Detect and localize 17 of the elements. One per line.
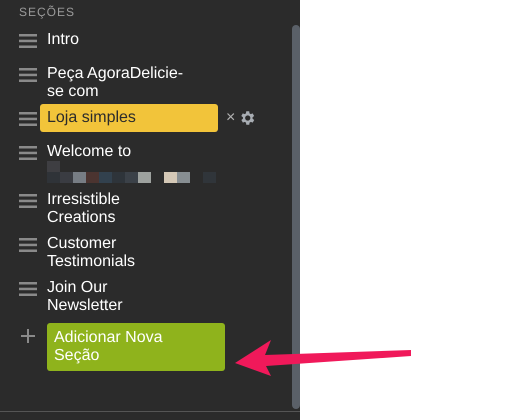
drag-handle-icon[interactable] (19, 238, 37, 252)
section-item[interactable]: Customer Testimonials (47, 235, 187, 271)
drag-handle-icon[interactable] (19, 112, 37, 126)
section-item[interactable]: Irresistible Creations (47, 191, 187, 227)
section-item[interactable]: Welcome to (47, 143, 187, 161)
drag-handle-icon[interactable] (19, 68, 37, 82)
section-item[interactable]: Loja simples (40, 104, 218, 132)
panel-heading: SEÇÕES (19, 4, 76, 19)
section-item[interactable]: Peça AgoraDelicie-se com (47, 65, 187, 101)
drag-handle-icon[interactable] (19, 282, 37, 296)
section-item[interactable]: Join Our Newsletter (47, 279, 187, 315)
plus-icon (21, 329, 35, 343)
delete-button[interactable]: × (226, 110, 236, 126)
drag-handle-icon[interactable] (19, 34, 37, 48)
drag-handle-icon[interactable] (19, 194, 37, 208)
section-item[interactable]: Intro (47, 31, 187, 49)
drag-handle-icon[interactable] (19, 146, 37, 160)
